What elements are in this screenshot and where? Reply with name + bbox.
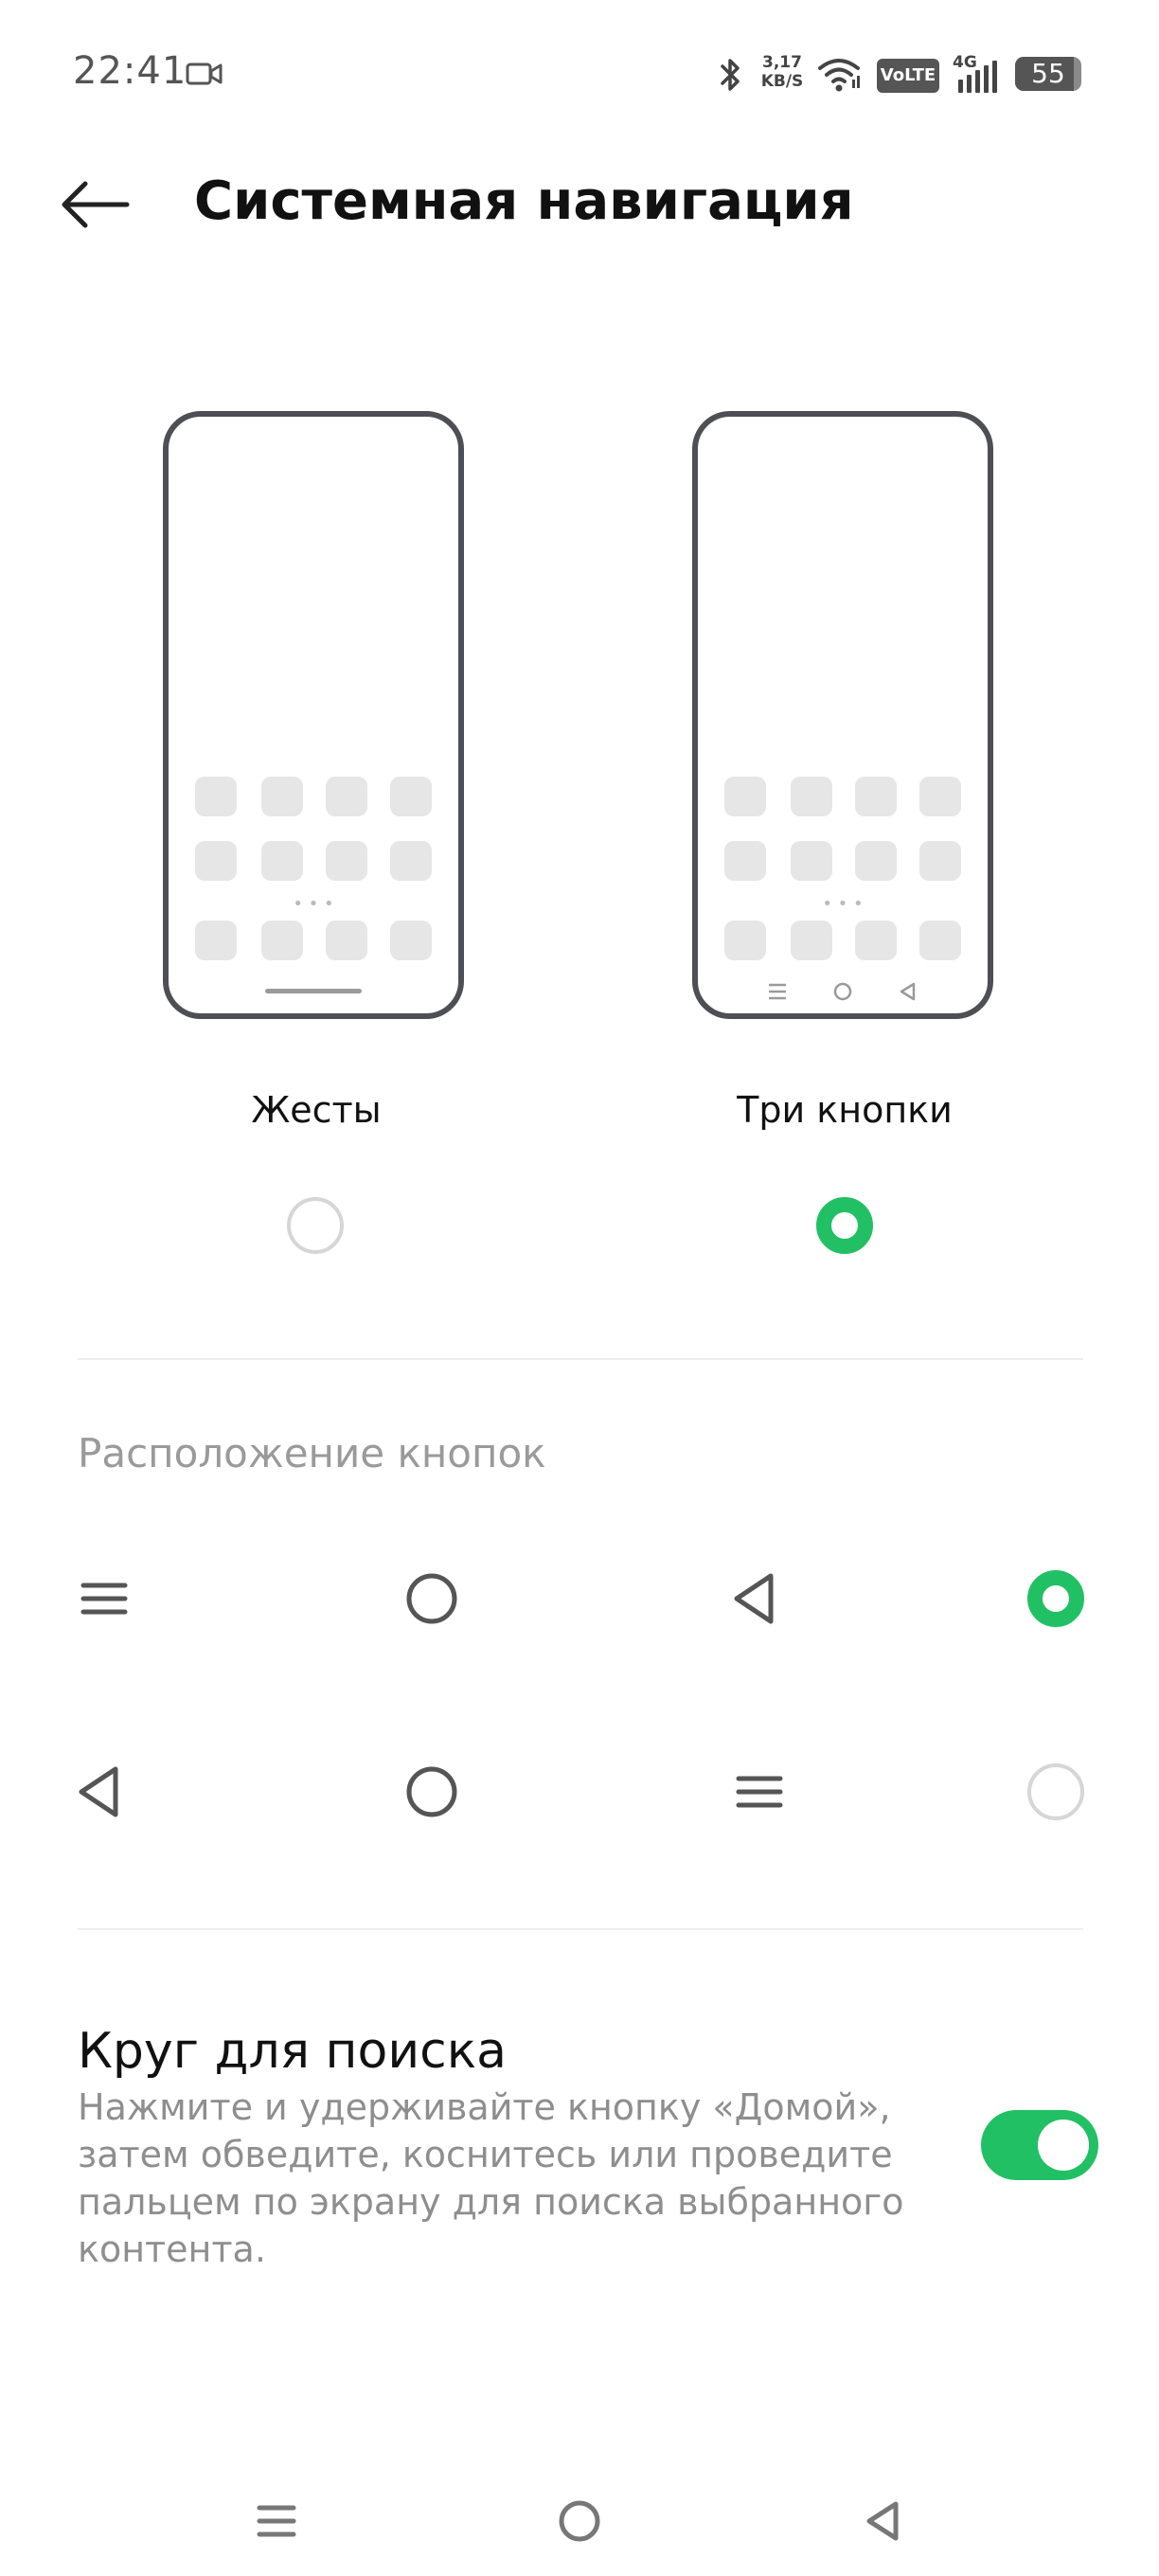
app-placeholder [390, 841, 432, 881]
page-dots: • • • [822, 894, 864, 914]
arrow-left-icon [62, 181, 130, 228]
status-time: 22:41 [73, 49, 187, 93]
signal-icon [958, 61, 997, 93]
app-placeholder [791, 841, 832, 881]
toggle-knob [1038, 2120, 1089, 2171]
app-placeholder [326, 921, 367, 960]
home-circle-icon [833, 982, 852, 1001]
app-placeholder [919, 921, 961, 960]
volte-badge: VoLTE [877, 59, 939, 93]
menu-icon [769, 983, 786, 1000]
circle-to-search-title: Круг для поиска [78, 2023, 508, 2080]
button-layout-option-2[interactable] [0, 1735, 1159, 1849]
circle-to-search-description: Нажмите и удерживайте кнопку «Домой», за… [78, 2086, 904, 2270]
system-navigation-bar [0, 2483, 1159, 2559]
gesture-bar [265, 989, 362, 993]
divider [78, 1928, 1083, 1930]
gestures-radio[interactable] [287, 1197, 344, 1254]
three-buttons-label: Три кнопки [737, 1089, 953, 1131]
back-button[interactable] [59, 167, 144, 242]
app-placeholder [195, 841, 237, 881]
battery-icon: 55 [1015, 57, 1081, 91]
video-camera-icon [186, 63, 223, 85]
battery-level: 55 [1031, 58, 1065, 89]
circle-to-search-toggle[interactable] [981, 2110, 1098, 2180]
app-placeholder [390, 921, 432, 960]
network-speed-unit: KB/S [760, 72, 804, 91]
app-placeholder [195, 921, 237, 960]
home-circle-icon [406, 1573, 457, 1624]
app-placeholder [791, 777, 832, 816]
app-placeholder [195, 777, 237, 816]
app-placeholder [724, 841, 766, 881]
back-triangle-icon [900, 982, 916, 1001]
page-title: Системная навигация [194, 170, 854, 232]
app-placeholder [919, 777, 961, 816]
button-layout-radio-1[interactable] [1027, 1570, 1084, 1627]
network-speed-value: 3,17 [762, 53, 802, 72]
network-speed: 3,17 KB/S [758, 53, 807, 91]
three-buttons-illustration[interactable]: • • • [692, 411, 993, 1019]
gestures-label: Жесты [251, 1089, 382, 1131]
divider [78, 1358, 1083, 1360]
button-layout-title: Расположение кнопок [78, 1430, 546, 1476]
home-circle-icon[interactable] [551, 2493, 608, 2549]
button-layout-option-1[interactable] [0, 1542, 1159, 1655]
menu-icon [80, 1583, 128, 1615]
back-triangle-icon[interactable] [854, 2493, 911, 2549]
back-triangle-icon [79, 1766, 118, 1817]
page-dots: • • • [293, 894, 334, 914]
app-placeholder [390, 777, 432, 816]
three-buttons-radio[interactable] [816, 1197, 873, 1254]
app-placeholder [791, 921, 832, 960]
home-circle-icon [406, 1766, 457, 1817]
app-placeholder [724, 921, 766, 960]
app-placeholder [261, 777, 303, 816]
app-placeholder [855, 921, 897, 960]
app-placeholder [855, 777, 897, 816]
wifi-icon [818, 59, 860, 92]
app-placeholder [326, 777, 367, 816]
menu-icon[interactable] [248, 2493, 305, 2549]
menu-icon [736, 1776, 783, 1808]
app-placeholder [326, 841, 367, 881]
app-placeholder [261, 921, 303, 960]
app-placeholder [919, 841, 961, 881]
app-placeholder [261, 841, 303, 881]
bluetooth-icon [721, 59, 740, 91]
app-placeholder [724, 777, 766, 816]
app-placeholder [855, 841, 897, 881]
button-layout-radio-2[interactable] [1027, 1763, 1084, 1820]
back-triangle-icon [734, 1573, 774, 1624]
gestures-illustration[interactable]: • • • [163, 411, 464, 1019]
